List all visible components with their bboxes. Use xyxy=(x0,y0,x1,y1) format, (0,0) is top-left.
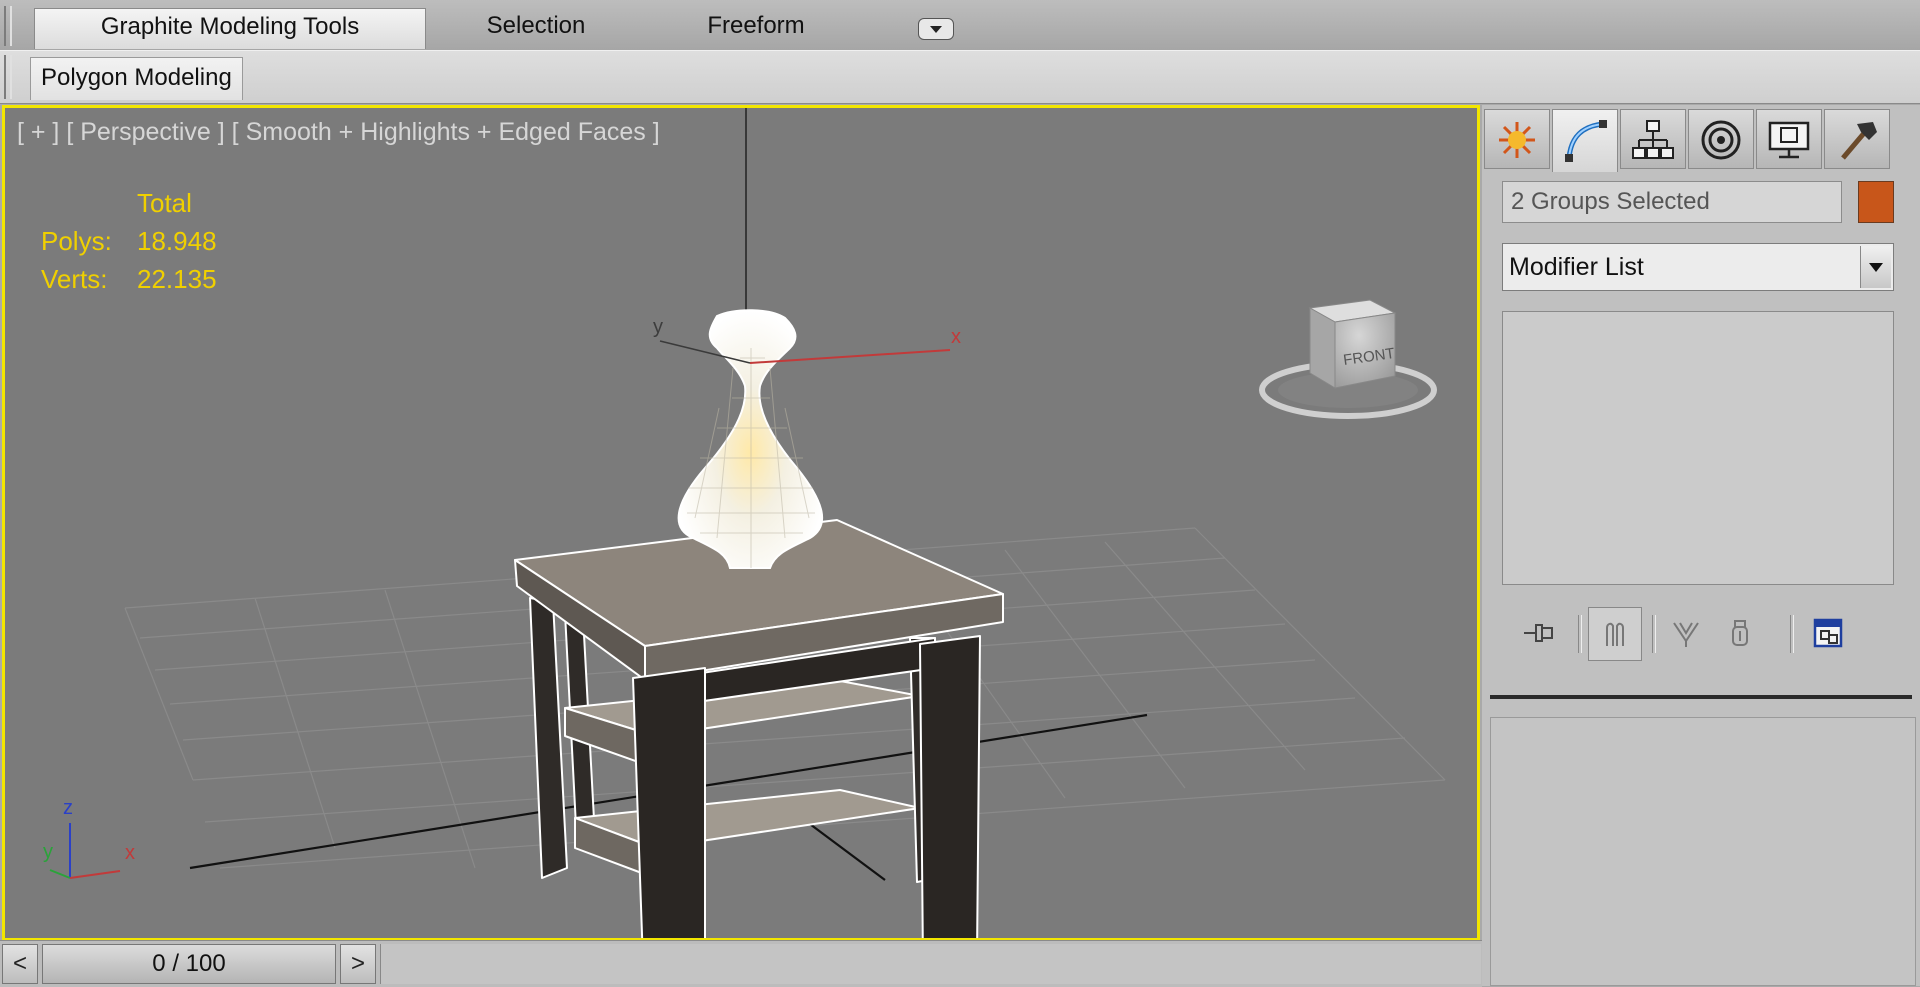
motion-icon xyxy=(1701,120,1741,160)
modifier-list-label: Modifier List xyxy=(1509,253,1644,281)
toolbar-divider xyxy=(1652,615,1656,653)
command-panel: 2 Groups Selected Modifier List xyxy=(1482,105,1920,986)
time-slider-thumb[interactable]: 0 / 100 xyxy=(42,944,336,984)
chevron-down-icon[interactable] xyxy=(1860,246,1891,288)
tab-selection[interactable]: Selection xyxy=(440,8,632,48)
tab-utilities[interactable] xyxy=(1824,109,1890,169)
display-icon xyxy=(1768,121,1810,159)
tab-modify[interactable] xyxy=(1552,109,1618,172)
configure-modifier-sets-button[interactable] xyxy=(1802,607,1854,659)
previous-frame-button[interactable]: < xyxy=(2,944,38,984)
stats-total-header: Total xyxy=(137,188,192,218)
timeline-track[interactable] xyxy=(380,944,1481,984)
tab-graphite-modeling-tools[interactable]: Graphite Modeling Tools xyxy=(34,8,426,49)
pin-stack-button[interactable] xyxy=(1512,607,1564,659)
pin-stack-icon xyxy=(1524,624,1553,642)
stats-verts-label: Verts: xyxy=(41,264,108,294)
panel-divider xyxy=(1490,695,1912,699)
configure-modifier-sets-icon xyxy=(1813,618,1843,648)
object-name-field[interactable]: 2 Groups Selected xyxy=(1502,181,1842,223)
tripod-z-label: z xyxy=(63,797,73,819)
make-unique-icon xyxy=(1673,622,1699,647)
tab-hierarchy[interactable] xyxy=(1620,109,1686,169)
parameters-rollout-area[interactable] xyxy=(1490,717,1916,986)
panel-polygon-modeling[interactable]: Polygon Modeling xyxy=(30,57,243,100)
stats-polys-value: 18.948 xyxy=(137,226,217,256)
ribbon-grip[interactable] xyxy=(4,6,12,46)
remove-modifier-icon xyxy=(1732,620,1748,646)
object-color-swatch[interactable] xyxy=(1858,181,1894,223)
utilities-icon xyxy=(1841,122,1877,160)
tripod-y-label: y xyxy=(43,841,53,863)
modify-icon xyxy=(1565,120,1607,162)
perspective-viewport[interactable]: x y FRONT z x y [ + ] [ Perspective ] [ … xyxy=(2,105,1480,941)
ribbon-panel-grip[interactable] xyxy=(4,55,12,99)
tab-freeform[interactable]: Freeform xyxy=(660,8,852,48)
modifier-stack-toolbar xyxy=(1502,605,1894,665)
time-slider-bar: < 0 / 100 > xyxy=(0,940,1482,987)
gizmo-x-label: x xyxy=(951,326,961,348)
ribbon-options-dropdown-icon[interactable] xyxy=(918,18,954,40)
tab-create[interactable] xyxy=(1484,109,1550,169)
viewport-label-menu[interactable]: [ + ] [ Perspective ] [ Smooth + Highlig… xyxy=(17,118,660,147)
stats-verts-value: 22.135 xyxy=(137,264,217,294)
tripod-x-label: x xyxy=(125,842,135,864)
axis-tripod: z x y xyxy=(43,797,135,879)
viewport-scene[interactable]: x y FRONT z x y xyxy=(5,108,1477,938)
hierarchy-icon xyxy=(1632,120,1674,159)
show-end-result-icon xyxy=(1606,622,1624,646)
toolbar-divider xyxy=(1790,615,1794,653)
remove-modifier-button[interactable] xyxy=(1714,607,1766,659)
toolbar-divider xyxy=(1578,615,1582,653)
vase-object xyxy=(677,309,824,569)
ribbon-tab-bar: Graphite Modeling Tools Selection Freefo… xyxy=(0,0,1920,50)
next-frame-button[interactable]: > xyxy=(340,944,376,984)
make-unique-button[interactable] xyxy=(1660,607,1712,659)
show-end-result-button[interactable] xyxy=(1588,607,1642,661)
stats-polys-label: Polys: xyxy=(41,226,112,256)
tab-display[interactable] xyxy=(1756,109,1822,169)
table-object xyxy=(514,519,1004,938)
transform-gizmo: x y xyxy=(653,316,961,364)
modifier-stack-list[interactable] xyxy=(1502,311,1894,585)
tab-motion[interactable] xyxy=(1688,109,1754,169)
gizmo-y-label: y xyxy=(653,316,663,338)
create-icon xyxy=(1499,122,1535,158)
viewcube[interactable]: FRONT xyxy=(1259,299,1437,419)
modifier-list-dropdown[interactable]: Modifier List xyxy=(1502,243,1894,291)
ribbon-panel-bar: Polygon Modeling xyxy=(0,50,1920,104)
